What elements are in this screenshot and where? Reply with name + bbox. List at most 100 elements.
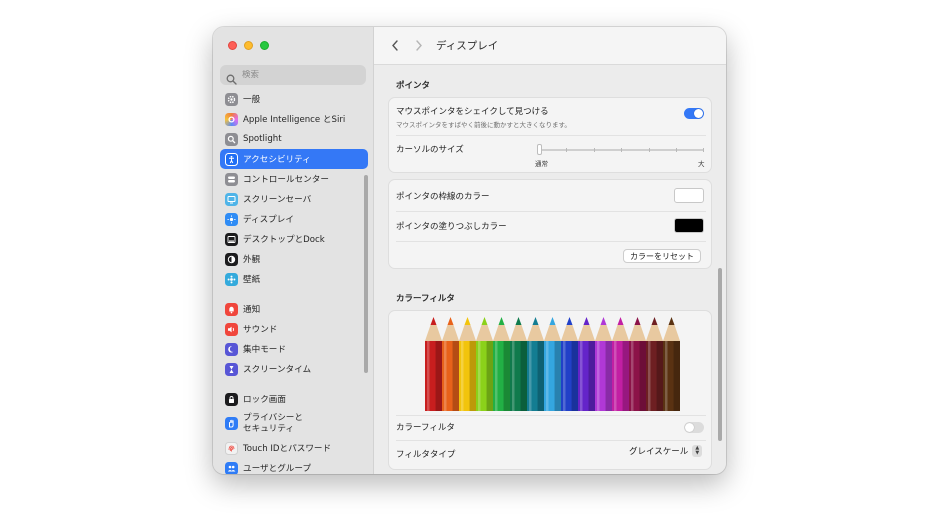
forward-button[interactable] xyxy=(410,37,428,55)
back-button[interactable] xyxy=(386,37,404,55)
color-pencil xyxy=(527,317,544,411)
sidebar-item-display[interactable]: ディスプレイ xyxy=(220,209,368,229)
sidebar-item-label: 壁紙 xyxy=(243,275,261,285)
search-icon xyxy=(226,70,237,85)
screen-saver-icon xyxy=(225,192,238,206)
lock-screen-icon xyxy=(225,392,238,406)
shake-description: マウスポインタをすばやく前後に動かすと大きくなります。 xyxy=(396,121,571,129)
reset-colors-button[interactable]: カラーをリセット xyxy=(623,249,701,263)
sidebar-item-apple-intelligence[interactable]: Apple Intelligence とSiri xyxy=(220,109,368,129)
sidebar-item-spotlight[interactable]: Spotlight xyxy=(220,129,368,149)
sidebar-item-label: Apple Intelligence とSiri xyxy=(243,115,346,125)
sidebar-item-screen-saver[interactable]: スクリーンセーバ xyxy=(220,189,368,209)
color-pencil xyxy=(493,317,510,411)
control-center-icon xyxy=(225,172,238,186)
divider xyxy=(396,211,706,212)
color-pencil xyxy=(561,317,578,411)
window-controls xyxy=(228,41,269,50)
search-input[interactable] xyxy=(242,70,352,80)
sidebar-item-label: 外観 xyxy=(243,255,261,265)
gear-icon xyxy=(225,92,238,106)
main-pane: ディスプレイ ポインタ マウスポインタをシェイクして見つける マウスポインタをす… xyxy=(374,27,726,474)
divider xyxy=(396,440,706,441)
color-filter-toggle[interactable] xyxy=(684,422,704,433)
fill-color-well[interactable] xyxy=(674,218,704,233)
color-pencils-preview xyxy=(425,317,680,411)
sidebar-item-label: デスクトップとDock xyxy=(243,235,325,245)
cursor-size-label: カーソルのサイズ xyxy=(396,145,464,155)
sidebar-item-focus[interactable]: 集中モード xyxy=(220,339,368,359)
color-filter-section-title: カラーフィルタ xyxy=(396,294,455,304)
sidebar-item-label: ユーザとグループ xyxy=(243,464,312,474)
close-window-button[interactable] xyxy=(228,41,237,50)
sidebar-item-sound[interactable]: サウンド xyxy=(220,319,368,339)
filter-type-popup[interactable]: グレイスケール ▲ ▼ xyxy=(629,445,703,457)
dock-icon xyxy=(225,232,238,246)
focus-icon xyxy=(225,342,238,356)
sidebar-item-label: Spotlight xyxy=(243,134,282,144)
notifications-icon xyxy=(225,302,238,316)
display-icon xyxy=(225,212,238,226)
sidebar-item-label: プライバシーと セキュリティ xyxy=(243,412,303,434)
color-filter-group: カラーフィルタ フィルタタイプ グレイスケール ▲ ▼ xyxy=(388,310,712,470)
sidebar-item-lock-screen[interactable]: ロック画面 xyxy=(220,389,368,409)
sidebar-item-accessibility[interactable]: アクセシビリティ xyxy=(220,149,368,169)
slider-knob[interactable] xyxy=(537,144,542,155)
slider-tick xyxy=(594,148,595,152)
sidebar-item-label: スクリーンタイム xyxy=(243,365,312,375)
divider xyxy=(396,415,706,416)
spotlight-icon xyxy=(225,132,238,146)
color-pencil xyxy=(629,317,646,411)
sound-icon xyxy=(225,322,238,336)
minimize-window-button[interactable] xyxy=(244,41,253,50)
sidebar-item-touch-id[interactable]: Touch IDとパスワード xyxy=(220,438,368,458)
sidebar-item-label: アクセシビリティ xyxy=(243,155,311,165)
sidebar-item-control-center[interactable]: コントロールセンター xyxy=(220,169,368,189)
slider-track[interactable] xyxy=(537,144,704,155)
sidebar-item-users-groups[interactable]: ユーザとグループ xyxy=(220,458,368,474)
pointer-section-title: ポインタ xyxy=(396,81,431,91)
sidebar-item-label: サウンド xyxy=(243,325,278,335)
color-pencil xyxy=(663,317,680,411)
users-icon xyxy=(225,461,238,474)
sidebar-item-general[interactable]: 一般 xyxy=(220,89,368,109)
sidebar-item-label: コントロールセンター xyxy=(243,175,329,185)
sidebar: 一般 Apple Intelligence とSiri Spotlight アク… xyxy=(213,27,374,474)
up-down-chevron-icon: ▲ ▼ xyxy=(692,445,703,457)
page-title: ディスプレイ xyxy=(436,40,499,52)
color-pencil xyxy=(476,317,493,411)
sidebar-item-screen-time[interactable]: スクリーンタイム xyxy=(220,359,368,379)
main-scrollbar[interactable] xyxy=(718,268,722,441)
sidebar-item-label: 集中モード xyxy=(243,345,286,355)
outline-color-label: ポインタの枠線のカラー xyxy=(396,192,490,202)
slider-tick xyxy=(703,148,704,152)
fingerprint-icon xyxy=(225,441,238,455)
slider-min-label: 通常 xyxy=(535,160,548,168)
sidebar-item-label: 一般 xyxy=(243,95,261,105)
fill-color-label: ポインタの塗りつぶしカラー xyxy=(396,222,507,232)
slider-tick xyxy=(566,148,567,152)
sidebar-item-appearance[interactable]: 外観 xyxy=(220,249,368,269)
sidebar-item-label: ディスプレイ xyxy=(243,215,294,225)
sidebar-item-privacy-security[interactable]: プライバシーと セキュリティ xyxy=(220,409,368,438)
color-pencil xyxy=(595,317,612,411)
slider-tick xyxy=(621,148,622,152)
sidebar-item-notifications[interactable]: 通知 xyxy=(220,299,368,319)
sidebar-scrollbar[interactable] xyxy=(364,175,368,373)
sidebar-item-label: ロック画面 xyxy=(243,395,286,405)
toolbar: ディスプレイ xyxy=(374,27,726,65)
sidebar-item-label: 通知 xyxy=(243,305,261,315)
sidebar-item-desktop-dock[interactable]: デスクトップとDock xyxy=(220,229,368,249)
slider-tick xyxy=(649,148,650,152)
color-pencil xyxy=(612,317,629,411)
color-pencil xyxy=(544,317,561,411)
outline-color-well[interactable] xyxy=(674,188,704,203)
search-box[interactable] xyxy=(220,65,366,85)
filter-type-label: フィルタタイプ xyxy=(396,450,456,460)
slider-tick xyxy=(676,148,677,152)
shake-toggle[interactable] xyxy=(684,108,704,119)
sidebar-item-wallpaper[interactable]: 壁紙 xyxy=(220,269,368,289)
color-pencil xyxy=(425,317,442,411)
appearance-icon xyxy=(225,252,238,266)
zoom-window-button[interactable] xyxy=(260,41,269,50)
